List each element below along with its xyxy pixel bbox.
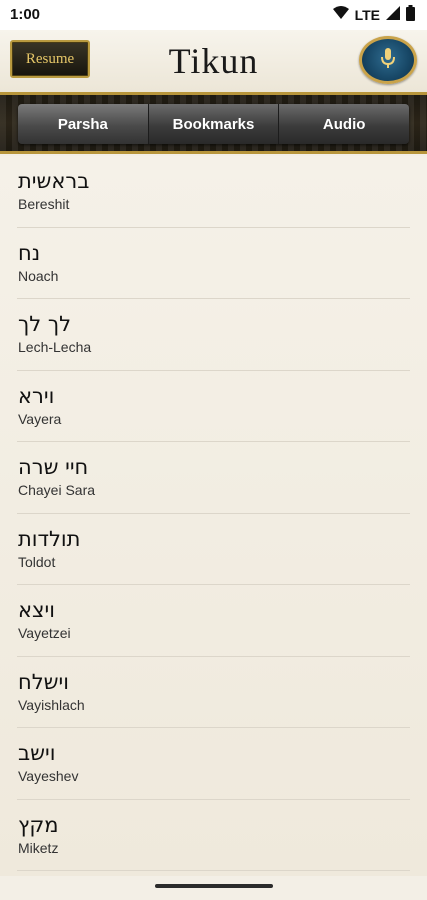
- network-type: LTE: [354, 7, 380, 23]
- list-item[interactable]: חיי שרה Chayei Sara: [17, 442, 410, 514]
- hebrew-name: וירא: [18, 383, 55, 408]
- tab-parsha[interactable]: Parsha: [18, 104, 149, 144]
- tab-audio[interactable]: Audio: [279, 104, 409, 144]
- hebrew-name: לך לך: [18, 312, 72, 336]
- list-item[interactable]: מקץ Miketz: [17, 800, 410, 871]
- status-icons: LTE: [332, 5, 415, 25]
- battery-icon: [406, 5, 415, 25]
- english-name: Vayera: [18, 410, 62, 427]
- english-name: Chayei Sara: [18, 482, 96, 498]
- hebrew-name: בראשית: [18, 169, 90, 193]
- english-name: Vayishlach: [18, 696, 85, 713]
- list-item[interactable]: תולדות Toldot: [17, 514, 410, 585]
- english-name: Lech-Lecha: [18, 339, 92, 355]
- english-name: Bereshit: [18, 196, 70, 212]
- english-name: Toldot: [18, 553, 56, 570]
- app-header: Resume Tikun: [0, 30, 427, 92]
- list-item[interactable]: ויצא Vayetzei: [17, 585, 410, 657]
- hebrew-name: מקץ: [18, 812, 59, 837]
- segmented-tabs: Parsha Bookmarks Audio: [18, 104, 409, 144]
- list-item[interactable]: לך לך Lech-Lecha: [17, 299, 410, 371]
- english-name: Vayeshev: [18, 768, 79, 784]
- list-item[interactable]: וישלח Vayishlach: [17, 657, 410, 728]
- system-nav-bar: [0, 876, 427, 900]
- english-name: Noach: [18, 267, 59, 284]
- hebrew-name: תולדות: [18, 526, 81, 551]
- list-item[interactable]: וירא Vayera: [17, 371, 410, 442]
- hebrew-name: נח: [18, 240, 41, 265]
- english-name: Vayetzei: [18, 625, 71, 641]
- home-gesture-pill[interactable]: [155, 884, 273, 888]
- list-item[interactable]: וישב Vayeshev: [17, 728, 410, 800]
- status-bar: 1:00 LTE: [0, 0, 427, 30]
- hebrew-name: וישב: [18, 741, 56, 765]
- parsha-list: בראשית Bereshit נח Noach לך לך Lech-Lech…: [0, 156, 427, 876]
- microphone-icon: [379, 47, 397, 74]
- english-name: Miketz: [18, 839, 59, 856]
- hebrew-name: ויצא: [18, 598, 55, 622]
- hebrew-name: וישלח: [18, 669, 69, 694]
- tab-bookmarks[interactable]: Bookmarks: [148, 104, 280, 144]
- microphone-button[interactable]: [359, 36, 417, 84]
- status-time: 1:00: [10, 6, 41, 23]
- signal-icon: [386, 6, 400, 24]
- hebrew-name: חיי שרה: [18, 455, 89, 479]
- list-item[interactable]: נח Noach: [17, 228, 410, 299]
- list-item[interactable]: בראשית Bereshit: [17, 156, 410, 228]
- wifi-icon: [332, 6, 349, 24]
